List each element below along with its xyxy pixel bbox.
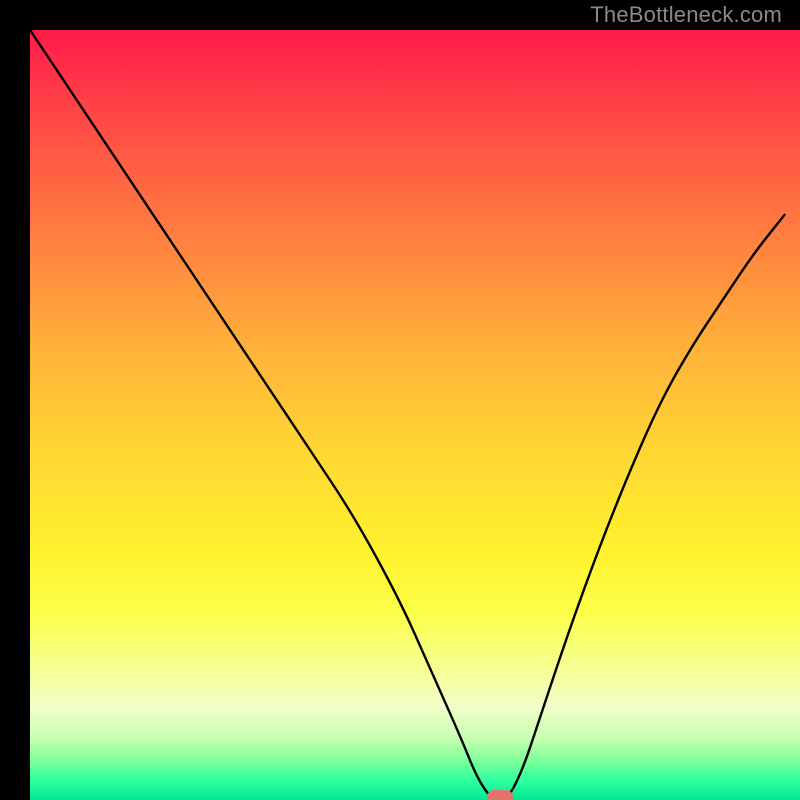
chart-frame bbox=[15, 15, 785, 785]
plot-area bbox=[30, 30, 800, 800]
optimal-point-marker bbox=[487, 790, 513, 800]
watermark-text: TheBottleneck.com bbox=[590, 2, 782, 28]
bottleneck-curve bbox=[30, 30, 800, 800]
